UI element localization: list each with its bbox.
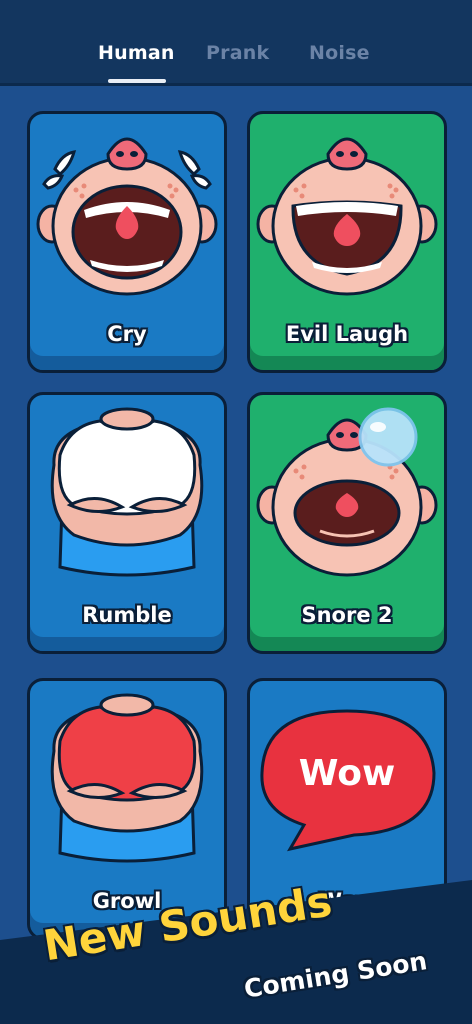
sound-card-label: Evil Laugh [285, 322, 409, 346]
white-shirt-belly-icon [50, 407, 204, 577]
red-shirt-belly-icon [50, 693, 204, 863]
sound-card-label: Rumble [82, 603, 172, 627]
sound-card-label: Snore 2 [301, 603, 393, 627]
active-tab-indicator [108, 79, 166, 83]
tab-noise[interactable]: Noise [309, 42, 370, 64]
sound-card-evil-laugh[interactable]: Evil Laugh [247, 111, 447, 373]
sound-card-label: Cry [107, 322, 147, 346]
laughing-face-icon [256, 137, 438, 296]
tab-bar: Human Prank Noise [0, 0, 472, 86]
tab-human[interactable]: Human [98, 42, 175, 64]
snoring-face-icon [256, 407, 438, 577]
crying-face-icon [36, 137, 218, 296]
speech-bubble-text: Wow [298, 753, 396, 794]
sound-card-rumble[interactable]: Rumble [27, 392, 227, 654]
tab-prank[interactable]: Prank [206, 42, 269, 64]
sound-card-snore-2[interactable]: Snore 2 [247, 392, 447, 654]
sound-card-cry[interactable]: Cry [27, 111, 227, 373]
